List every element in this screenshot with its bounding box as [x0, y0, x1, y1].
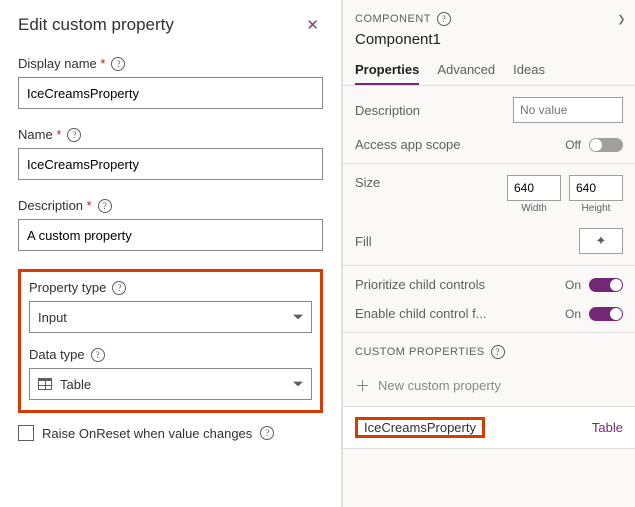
width-input[interactable]: [507, 175, 561, 201]
custom-properties-header: CUSTOM PROPERTIES: [355, 346, 485, 358]
custom-property-name: IceCreamsProperty: [364, 420, 476, 435]
component-header-label: COMPONENT: [355, 13, 431, 25]
data-type-select[interactable]: Table: [29, 368, 312, 400]
highlight-box: Property type ? Input Data type ? Table: [18, 269, 323, 413]
display-name-input[interactable]: [18, 77, 323, 109]
prioritize-toggle[interactable]: [589, 278, 623, 292]
prioritize-label: Prioritize child controls: [355, 277, 485, 292]
enable-child-toggle[interactable]: [589, 307, 623, 321]
data-type-label: Data type: [29, 347, 85, 362]
access-app-scope-toggle[interactable]: [589, 138, 623, 152]
new-custom-property-button[interactable]: ＋ New custom property: [343, 369, 635, 406]
raise-onreset-label: Raise OnReset when value changes: [42, 426, 252, 441]
component-panel: COMPONENT ? › Component1 Properties Adva…: [342, 0, 635, 507]
access-app-scope-label: Access app scope: [355, 137, 461, 152]
edit-property-dialog: Edit custom property ✕ Display name * ? …: [0, 0, 342, 507]
fill-swatch[interactable]: ✦: [579, 228, 623, 254]
custom-property-type: Table: [592, 420, 623, 435]
property-type-label: Property type: [29, 280, 106, 295]
description-input[interactable]: [18, 219, 323, 251]
property-type-value: Input: [38, 310, 67, 325]
prioritize-value: On: [565, 278, 581, 292]
help-icon[interactable]: ?: [98, 199, 112, 213]
name-label: Name *: [18, 127, 61, 142]
height-input[interactable]: [569, 175, 623, 201]
description-prop-input[interactable]: [513, 97, 623, 123]
enable-child-label: Enable child control f...: [355, 306, 487, 321]
name-input[interactable]: [18, 148, 323, 180]
property-type-select[interactable]: Input: [29, 301, 312, 333]
highlight-box-small: IceCreamsProperty: [355, 417, 485, 438]
help-icon[interactable]: ?: [491, 345, 505, 359]
description-prop-label: Description: [355, 103, 420, 118]
plus-icon: ＋: [355, 375, 370, 396]
chevron-down-icon: [293, 382, 303, 387]
display-name-label: Display name *: [18, 56, 105, 71]
dialog-title: Edit custom property: [18, 15, 174, 35]
close-icon[interactable]: ✕: [302, 14, 323, 36]
table-icon: [38, 378, 52, 390]
access-app-scope-value: Off: [565, 138, 581, 152]
size-label: Size: [355, 175, 380, 190]
fill-label: Fill: [355, 234, 372, 249]
help-icon[interactable]: ?: [67, 128, 81, 142]
enable-child-value: On: [565, 307, 581, 321]
raise-onreset-checkbox[interactable]: [18, 425, 34, 441]
description-label: Description *: [18, 198, 92, 213]
component-name: Component1: [343, 31, 635, 58]
tab-advanced[interactable]: Advanced: [437, 58, 495, 85]
tab-ideas[interactable]: Ideas: [513, 58, 545, 85]
chevron-down-icon: [293, 315, 303, 320]
help-icon[interactable]: ?: [91, 348, 105, 362]
help-icon[interactable]: ?: [260, 426, 274, 440]
help-icon[interactable]: ?: [112, 281, 126, 295]
custom-property-row[interactable]: IceCreamsProperty Table: [343, 406, 635, 449]
paint-icon: ✦: [596, 233, 607, 249]
data-type-value: Table: [60, 377, 91, 392]
help-icon[interactable]: ?: [437, 12, 451, 26]
new-custom-property-label: New custom property: [378, 378, 501, 393]
help-icon[interactable]: ?: [111, 57, 125, 71]
tab-properties[interactable]: Properties: [355, 58, 419, 85]
chevron-right-icon[interactable]: ›: [619, 4, 626, 33]
height-sublabel: Height: [582, 203, 611, 214]
width-sublabel: Width: [521, 203, 547, 214]
